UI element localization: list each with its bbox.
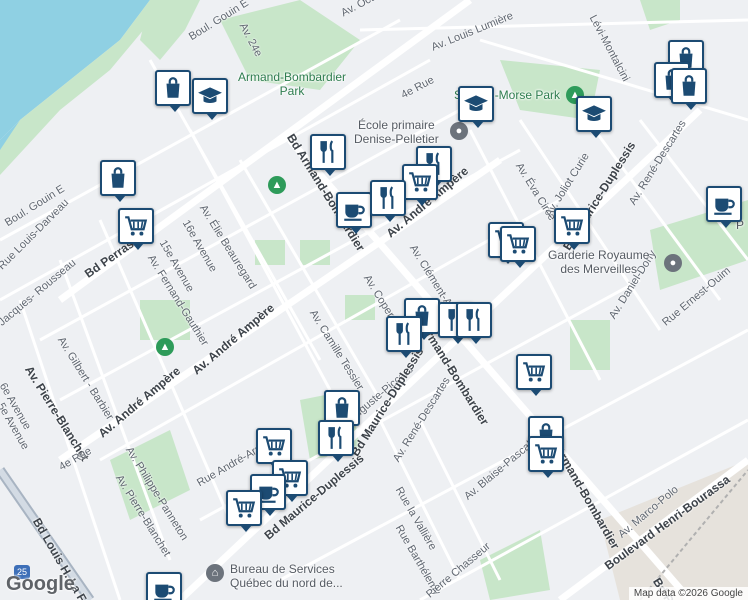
map-marker-shopping-bag[interactable] xyxy=(671,68,707,110)
coffee-icon xyxy=(711,191,737,217)
map-marker-restaurant[interactable] xyxy=(370,180,406,222)
shopping-cart-icon xyxy=(123,213,149,239)
restaurant-icon xyxy=(461,307,487,333)
map-marker-shopping-cart[interactable] xyxy=(500,226,536,268)
poi-garderie-royaume[interactable]: Garderie Royaume des Merveilles xyxy=(548,248,649,276)
map-marker-shopping-cart[interactable] xyxy=(528,436,564,478)
map-marker-school[interactable] xyxy=(192,78,228,120)
map-marker-shopping-cart[interactable] xyxy=(118,208,154,250)
shopping-cart-icon xyxy=(559,213,585,239)
shopping-bag-icon xyxy=(329,395,355,421)
map-attribution[interactable]: Map data ©2026 Google xyxy=(628,587,748,600)
restaurant-icon xyxy=(391,321,417,347)
shopping-bag-icon xyxy=(160,75,186,101)
google-logo: Google xyxy=(6,573,75,595)
park-north-east xyxy=(640,0,680,30)
map-marker-school[interactable] xyxy=(576,96,612,138)
coffee-icon xyxy=(341,197,367,223)
shopping-bag-icon xyxy=(676,73,702,99)
shopping-cart-icon xyxy=(521,359,547,385)
map-marker-shopping-cart[interactable] xyxy=(554,208,590,250)
shopping-cart-icon xyxy=(407,169,433,195)
map-marker-coffee[interactable] xyxy=(146,572,182,600)
map-marker-coffee[interactable] xyxy=(336,192,372,234)
map-marker-restaurant[interactable] xyxy=(318,420,354,462)
shopping-cart-icon xyxy=(505,231,531,257)
shopping-cart-icon xyxy=(533,441,559,467)
coffee-icon xyxy=(151,577,177,600)
daycare-dot-icon[interactable]: ● xyxy=(664,254,682,272)
map-marker-restaurant[interactable] xyxy=(456,302,492,344)
shopping-cart-icon xyxy=(261,433,287,459)
map-marker-restaurant[interactable] xyxy=(386,316,422,358)
poi-bureau-services-quebec[interactable]: Bureau de Services Québec du nord de... xyxy=(230,562,343,590)
map-marker-restaurant[interactable] xyxy=(310,134,346,176)
school-icon xyxy=(581,101,607,127)
government-office-icon[interactable]: ⌂ xyxy=(206,564,224,582)
shopping-bag-icon xyxy=(105,165,131,191)
school-icon xyxy=(197,83,223,109)
map-marker-shopping-cart[interactable] xyxy=(256,428,292,470)
park-icon[interactable]: ▲ xyxy=(268,176,286,194)
shopping-cart-icon xyxy=(231,495,257,521)
restaurant-icon xyxy=(323,425,349,451)
map-marker-shopping-bag[interactable] xyxy=(155,70,191,112)
poi-ecole-primaire[interactable]: École primaire Denise-Pelletier xyxy=(354,118,439,146)
restaurant-icon xyxy=(315,139,341,165)
poi-armand-bombardier-park[interactable]: Armand-Bombardier Park xyxy=(238,70,346,98)
map-marker-shopping-cart[interactable] xyxy=(402,164,438,206)
map-marker-shopping-cart[interactable] xyxy=(516,354,552,396)
park-south xyxy=(480,530,550,600)
school-icon xyxy=(463,91,489,117)
map-canvas[interactable]: 25 Av. Octa Av. 24e Boul. Gouin E Av. Lo… xyxy=(0,0,748,600)
restaurant-icon xyxy=(375,185,401,211)
map-marker-coffee[interactable] xyxy=(706,186,742,228)
map-marker-school[interactable] xyxy=(458,86,494,128)
map-marker-shopping-bag[interactable] xyxy=(100,160,136,202)
map-marker-shopping-cart[interactable] xyxy=(226,490,262,532)
park-icon[interactable]: ▲ xyxy=(156,338,174,356)
school-dot-icon[interactable]: ● xyxy=(450,122,468,140)
